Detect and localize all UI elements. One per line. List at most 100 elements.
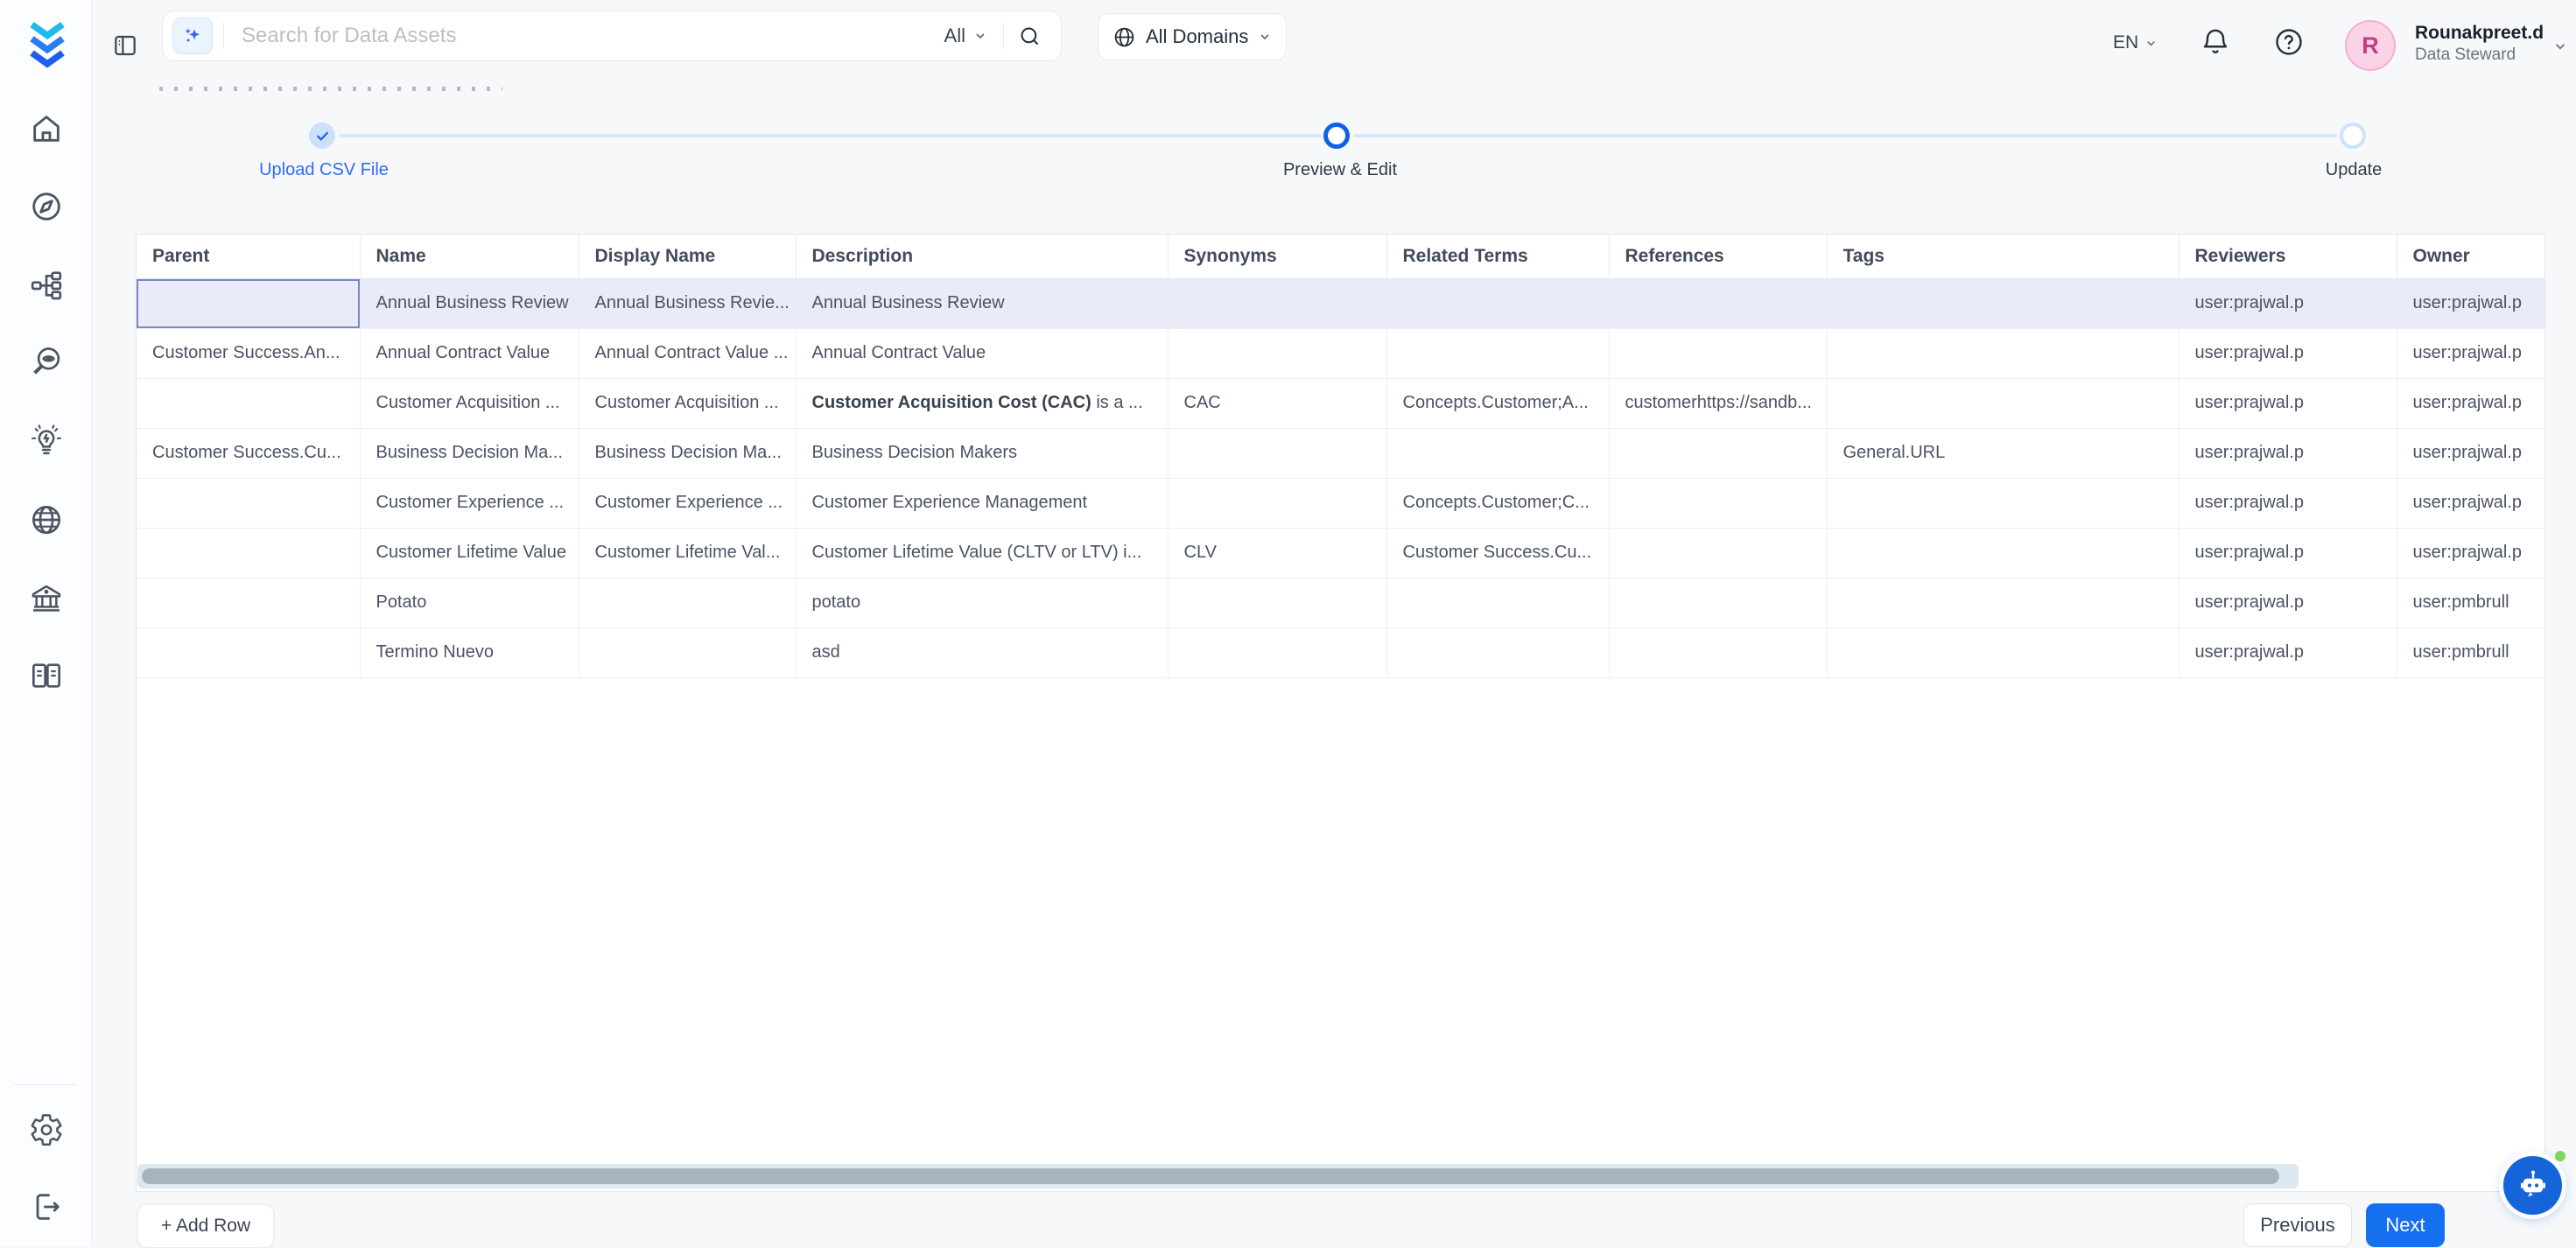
cell-synonyms[interactable]: [1168, 328, 1386, 378]
cell-synonyms[interactable]: [1168, 428, 1386, 478]
cell-parent[interactable]: [137, 278, 360, 328]
data-flow-icon[interactable]: [29, 268, 64, 303]
cell-display_name[interactable]: Annual Business Revie...: [579, 278, 796, 328]
cell-parent[interactable]: [137, 378, 360, 428]
cell-name[interactable]: Annual Contract Value: [360, 328, 579, 378]
cell-related_terms[interactable]: [1386, 328, 1609, 378]
cell-reviewers[interactable]: user:prajwal.p: [2179, 528, 2397, 578]
cell-display_name[interactable]: Annual Contract Value ...: [579, 328, 796, 378]
horizontal-scrollbar-track[interactable]: [137, 1164, 2299, 1188]
cell-tags[interactable]: [1827, 478, 2179, 528]
cell-synonyms[interactable]: [1168, 578, 1386, 628]
notifications-bell-icon[interactable]: [2200, 26, 2231, 58]
cell-tags[interactable]: [1827, 578, 2179, 628]
cell-related_terms[interactable]: [1386, 428, 1609, 478]
cell-reviewers[interactable]: user:prajwal.p: [2179, 478, 2397, 528]
user-menu[interactable]: Rounakpreet.d Data Steward: [2415, 22, 2544, 65]
cell-owner[interactable]: user:pmbrull: [2397, 578, 2544, 628]
cell-name[interactable]: Termino Nuevo: [360, 628, 579, 677]
cell-references[interactable]: [1609, 478, 1827, 528]
cell-name[interactable]: Potato: [360, 578, 579, 628]
cell-parent[interactable]: [137, 478, 360, 528]
cell-name[interactable]: Customer Acquisition ...: [360, 378, 579, 428]
cell-owner[interactable]: user:prajwal.p: [2397, 478, 2544, 528]
ai-sparkle-icon[interactable]: [172, 18, 213, 54]
cell-references[interactable]: [1609, 328, 1827, 378]
cell-name[interactable]: Annual Business Review: [360, 278, 579, 328]
cell-display_name[interactable]: [579, 578, 796, 628]
cell-synonyms[interactable]: [1168, 278, 1386, 328]
sidebar-toggle-icon[interactable]: [111, 32, 139, 60]
cell-references[interactable]: [1609, 628, 1827, 677]
cell-synonyms[interactable]: CAC: [1168, 378, 1386, 428]
cell-related_terms[interactable]: Concepts.Customer;C...: [1386, 478, 1609, 528]
cell-tags[interactable]: [1827, 378, 2179, 428]
cell-reviewers[interactable]: user:prajwal.p: [2179, 578, 2397, 628]
search-submit-icon[interactable]: [1004, 25, 1061, 48]
cell-description[interactable]: Business Decision Makers: [796, 428, 1168, 478]
cell-description[interactable]: asd: [796, 628, 1168, 677]
step-upload-csv-label[interactable]: Upload CSV File: [259, 160, 389, 180]
cell-parent[interactable]: Customer Success.An...: [137, 328, 360, 378]
cell-related_terms[interactable]: Customer Success.Cu...: [1386, 528, 1609, 578]
help-icon[interactable]: [2273, 26, 2305, 58]
cell-name[interactable]: Business Decision Ma...: [360, 428, 579, 478]
cell-display_name[interactable]: Customer Acquisition ...: [579, 378, 796, 428]
cell-tags[interactable]: [1827, 628, 2179, 677]
cell-tags[interactable]: [1827, 278, 2179, 328]
cell-reviewers[interactable]: user:prajwal.p: [2179, 428, 2397, 478]
cell-references[interactable]: [1609, 278, 1827, 328]
governance-bank-icon[interactable]: [29, 581, 64, 616]
language-selector[interactable]: EN: [2113, 24, 2158, 62]
cell-tags[interactable]: [1827, 528, 2179, 578]
cell-description[interactable]: Customer Acquisition Cost (CAC) is a ...: [796, 378, 1168, 428]
cell-references[interactable]: [1609, 578, 1827, 628]
observability-icon[interactable]: [29, 345, 64, 380]
user-avatar[interactable]: R: [2345, 20, 2396, 71]
cell-owner[interactable]: user:pmbrull: [2397, 628, 2544, 677]
cell-parent[interactable]: [137, 628, 360, 677]
cell-reviewers[interactable]: user:prajwal.p: [2179, 328, 2397, 378]
cell-reviewers[interactable]: user:prajwal.p: [2179, 278, 2397, 328]
cell-related_terms[interactable]: Concepts.Customer;A...: [1386, 378, 1609, 428]
cell-references[interactable]: [1609, 428, 1827, 478]
cell-display_name[interactable]: Customer Experience ...: [579, 478, 796, 528]
cell-description[interactable]: Annual Contract Value: [796, 328, 1168, 378]
cell-display_name[interactable]: Business Decision Ma...: [579, 428, 796, 478]
user-menu-chevron-icon[interactable]: [2552, 39, 2568, 54]
cell-description[interactable]: Customer Experience Management: [796, 478, 1168, 528]
cell-display_name[interactable]: [579, 628, 796, 677]
cell-display_name[interactable]: Customer Lifetime Val...: [579, 528, 796, 578]
app-logo[interactable]: [21, 18, 74, 72]
cell-parent[interactable]: Customer Success.Cu...: [137, 428, 360, 478]
cell-related_terms[interactable]: [1386, 628, 1609, 677]
cell-synonyms[interactable]: [1168, 628, 1386, 677]
cell-owner[interactable]: user:prajwal.p: [2397, 278, 2544, 328]
cell-owner[interactable]: user:prajwal.p: [2397, 528, 2544, 578]
horizontal-scrollbar-thumb[interactable]: [142, 1168, 2279, 1184]
cell-description[interactable]: potato: [796, 578, 1168, 628]
cell-owner[interactable]: user:prajwal.p: [2397, 378, 2544, 428]
cell-reviewers[interactable]: user:prajwal.p: [2179, 378, 2397, 428]
cell-description[interactable]: Annual Business Review: [796, 278, 1168, 328]
previous-button[interactable]: Previous: [2243, 1203, 2352, 1247]
cell-name[interactable]: Customer Lifetime Value: [360, 528, 579, 578]
cell-name[interactable]: Customer Experience ...: [360, 478, 579, 528]
search-input[interactable]: [224, 24, 929, 48]
insights-icon[interactable]: [29, 424, 64, 459]
cell-synonyms[interactable]: CLV: [1168, 528, 1386, 578]
next-button[interactable]: Next: [2366, 1203, 2445, 1247]
cell-owner[interactable]: user:prajwal.p: [2397, 328, 2544, 378]
cell-references[interactable]: [1609, 528, 1827, 578]
cell-tags[interactable]: [1827, 328, 2179, 378]
cell-references[interactable]: customerhttps://sandb...: [1609, 378, 1827, 428]
cell-reviewers[interactable]: user:prajwal.p: [2179, 628, 2397, 677]
cell-parent[interactable]: [137, 528, 360, 578]
cell-parent[interactable]: [137, 578, 360, 628]
cell-related_terms[interactable]: [1386, 578, 1609, 628]
domains-globe-icon[interactable]: [29, 502, 64, 537]
glossary-book-icon[interactable]: [29, 658, 64, 693]
all-domains-dropdown[interactable]: All Domains: [1098, 13, 1287, 60]
cell-tags[interactable]: General.URL: [1827, 428, 2179, 478]
logout-icon[interactable]: [29, 1189, 64, 1224]
